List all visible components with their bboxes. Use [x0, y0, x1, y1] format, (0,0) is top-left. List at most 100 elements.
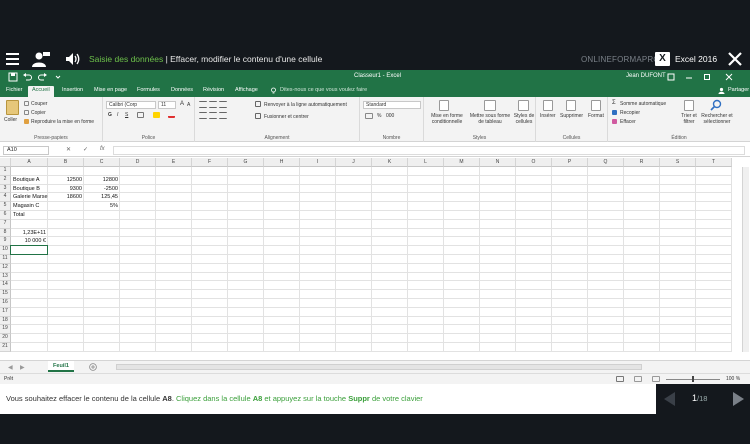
tab-affichage[interactable]: Affichage: [231, 86, 262, 97]
align-bottom-icon[interactable]: [219, 101, 227, 108]
maximize-icon[interactable]: [702, 72, 712, 82]
user-name[interactable]: Jean DUFONT: [626, 73, 666, 79]
next-sheet-icon[interactable]: ▶: [20, 364, 25, 371]
sort-filter-button[interactable]: Trier et filtrer: [676, 113, 702, 125]
wrap-text-icon[interactable]: [255, 101, 261, 107]
align-right-icon[interactable]: [219, 112, 227, 119]
eraser-icon[interactable]: [612, 119, 617, 124]
column-header-r[interactable]: R: [624, 158, 660, 167]
find-select-button[interactable]: Rechercher et sélectionner: [700, 113, 734, 125]
row-header-1[interactable]: 1: [0, 167, 11, 176]
cell-c5[interactable]: 5%: [86, 202, 118, 211]
format-cells-button[interactable]: Format: [588, 113, 604, 119]
column-header-n[interactable]: N: [480, 158, 516, 167]
cell-a8[interactable]: 1,23E+11: [13, 229, 46, 238]
insert-function-icon[interactable]: fx: [100, 146, 105, 152]
cell-a3[interactable]: Boutique B: [13, 185, 40, 194]
customize-toolbar-icon[interactable]: [53, 72, 63, 82]
ribbon-display-icon[interactable]: [666, 72, 676, 82]
font-name-box[interactable]: Calibri (Corp: [106, 101, 156, 109]
tab-mise-en-page[interactable]: Mise en page: [90, 86, 131, 97]
column-header-m[interactable]: M: [444, 158, 480, 167]
percent-icon[interactable]: %: [377, 113, 381, 119]
column-header-t[interactable]: T: [696, 158, 732, 167]
zoom-slider-thumb[interactable]: [692, 376, 694, 382]
row-header-8[interactable]: 8: [0, 228, 11, 238]
sound-icon[interactable]: [65, 52, 81, 66]
column-header-h[interactable]: H: [264, 158, 300, 167]
share-button[interactable]: Partager: [724, 86, 750, 97]
italic-button[interactable]: I: [117, 112, 118, 118]
borders-icon[interactable]: [137, 112, 144, 118]
thousands-icon[interactable]: 000: [386, 113, 394, 119]
select-all-corner[interactable]: [0, 158, 11, 167]
row-header-3[interactable]: 3: [0, 184, 11, 194]
row-header-2[interactable]: 2: [0, 175, 11, 185]
confirm-entry-icon[interactable]: ✓: [83, 146, 88, 153]
tab-insertion[interactable]: Insertion: [58, 86, 87, 97]
fill-color-icon[interactable]: [153, 112, 160, 118]
insert-cells-button[interactable]: Insérer: [540, 113, 556, 119]
cut-button[interactable]: Couper: [31, 101, 47, 107]
merge-center-button[interactable]: Fusionner et centrer: [264, 114, 309, 120]
row-header-16[interactable]: 16: [0, 299, 11, 308]
close-icon[interactable]: [727, 51, 743, 67]
autosum-button[interactable]: Somme automatique: [620, 101, 666, 107]
column-header-a[interactable]: A: [11, 158, 48, 167]
number-format-box[interactable]: Standard: [363, 101, 421, 109]
cell-a2[interactable]: Boutique A: [13, 176, 40, 185]
cell-c4[interactable]: 125,45: [86, 193, 118, 202]
add-sheet-icon[interactable]: [89, 363, 97, 371]
formula-input[interactable]: [113, 146, 745, 155]
copy-icon[interactable]: [24, 110, 29, 115]
column-header-f[interactable]: F: [192, 158, 228, 167]
tab-donnees[interactable]: Données: [167, 86, 197, 97]
row-header-6[interactable]: 6: [0, 211, 11, 220]
fill-button[interactable]: Recopier: [620, 110, 640, 116]
save-icon[interactable]: [8, 72, 18, 82]
cell-styles-button[interactable]: Styles de cellules: [512, 113, 536, 125]
cell-c3[interactable]: -2500: [86, 185, 118, 194]
find-icon[interactable]: [710, 99, 722, 111]
column-header-e[interactable]: E: [156, 158, 192, 167]
font-color-icon[interactable]: [168, 111, 175, 118]
window-close-icon[interactable]: [724, 72, 734, 82]
format-painter-button[interactable]: Reproduire la mise en forme: [31, 119, 94, 125]
format-cells-icon[interactable]: [591, 100, 601, 111]
column-header-d[interactable]: D: [120, 158, 156, 167]
copy-button[interactable]: Copier: [31, 110, 46, 116]
minimize-icon[interactable]: [684, 72, 694, 82]
selected-cell[interactable]: [10, 245, 48, 255]
redo-icon[interactable]: [38, 72, 48, 82]
align-center-icon[interactable]: [209, 112, 217, 119]
bold-button[interactable]: G: [108, 112, 112, 118]
row-header-12[interactable]: 12: [0, 263, 11, 273]
row-header-14[interactable]: 14: [0, 281, 11, 291]
column-header-i[interactable]: I: [300, 158, 336, 167]
merge-icon[interactable]: [255, 113, 261, 119]
row-header-17[interactable]: 17: [0, 307, 11, 317]
column-header-l[interactable]: L: [408, 158, 444, 167]
insert-cells-icon[interactable]: [543, 100, 553, 111]
name-box[interactable]: A10: [3, 146, 49, 155]
page-layout-view-icon[interactable]: [634, 376, 642, 382]
paste-button[interactable]: Coller: [4, 117, 17, 123]
row-header-11[interactable]: 11: [0, 255, 11, 264]
conditional-format-button[interactable]: Mise en forme conditionnelle: [428, 113, 466, 125]
column-header-g[interactable]: G: [228, 158, 264, 167]
table-format-button[interactable]: Mettre sous forme de tableau: [468, 113, 512, 125]
cell-a4[interactable]: Galerie Marse: [13, 193, 48, 202]
row-header-19[interactable]: 19: [0, 325, 11, 335]
cell-b2[interactable]: 12500: [50, 176, 82, 185]
underline-button[interactable]: S: [125, 112, 128, 118]
format-painter-icon[interactable]: [24, 119, 29, 124]
cell-a6[interactable]: Total: [13, 211, 25, 220]
column-header-q[interactable]: Q: [588, 158, 624, 167]
cell-b3[interactable]: 9300: [50, 185, 82, 194]
fill-icon[interactable]: [612, 110, 617, 115]
tab-formules[interactable]: Formules: [133, 86, 164, 97]
row-header-13[interactable]: 13: [0, 272, 11, 282]
page-break-view-icon[interactable]: [652, 376, 660, 382]
delete-cells-button[interactable]: Supprimer: [560, 113, 583, 119]
conditional-format-icon[interactable]: [439, 100, 449, 111]
